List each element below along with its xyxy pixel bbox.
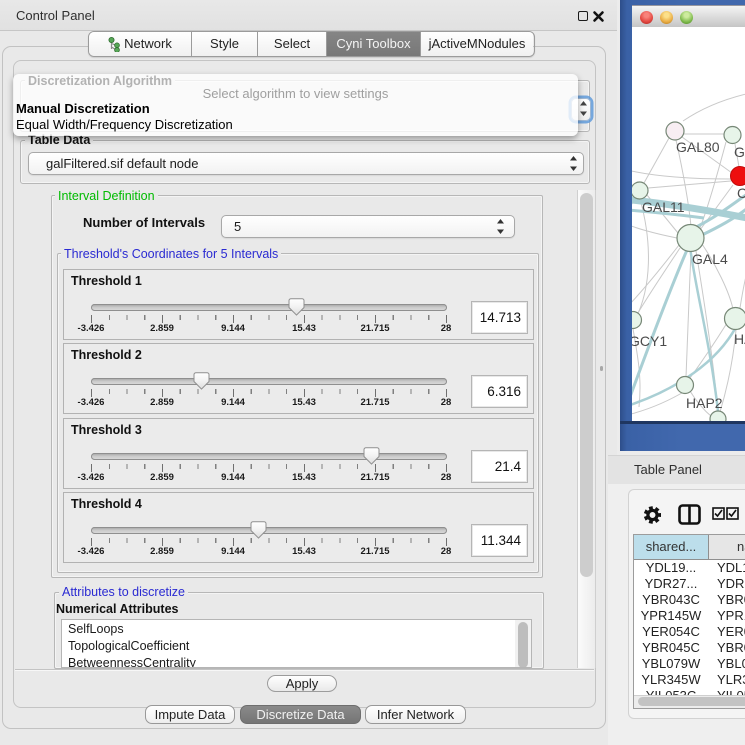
svg-text:GCY1: GCY1 [632, 333, 667, 349]
svg-text:GAL80: GAL80 [676, 139, 720, 155]
svg-text:GAL11: GAL11 [642, 199, 685, 215]
svg-text:HA: HA [734, 331, 745, 347]
svg-text:GA: GA [734, 144, 745, 160]
svg-text:GAL4: GAL4 [692, 251, 728, 267]
svg-text:CY: CY [737, 185, 745, 201]
svg-text:HAP2: HAP2 [686, 395, 723, 411]
